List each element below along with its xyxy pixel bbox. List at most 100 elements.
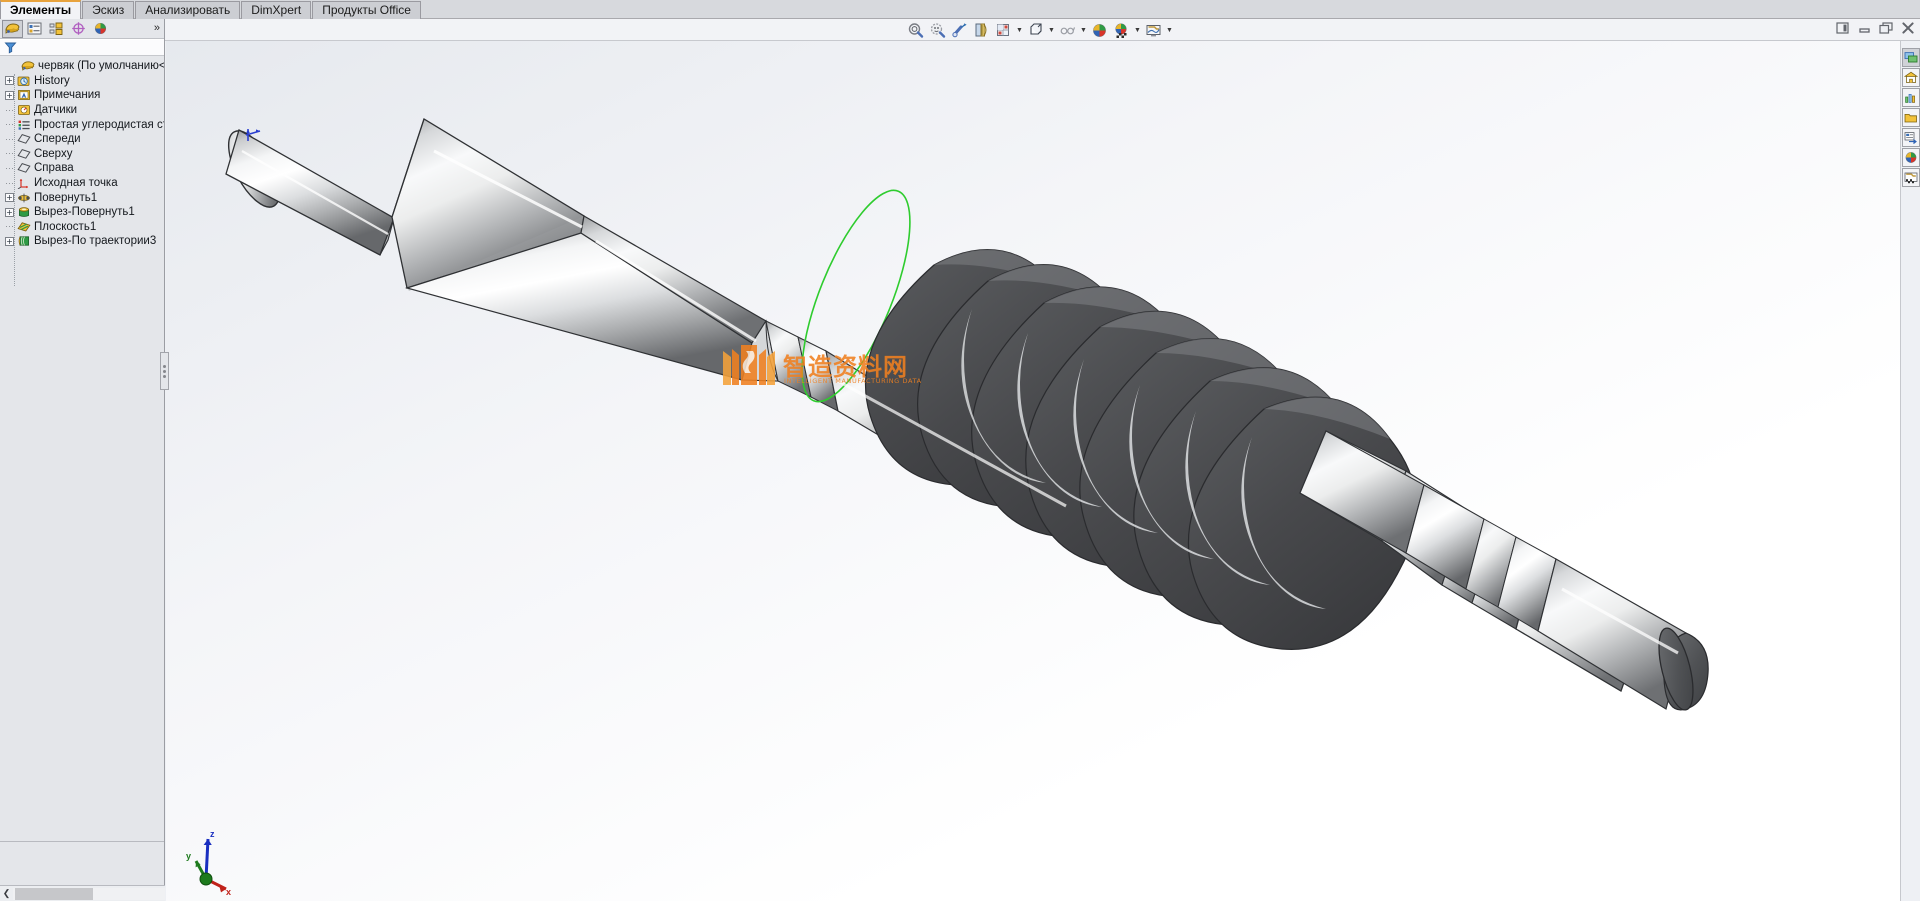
apply-scene-caret-icon[interactable]: ▼ [1133,20,1142,40]
part-icon [20,60,35,73]
tree-indent: ⋯ [5,163,14,174]
custom-properties-icon[interactable] [1902,168,1920,187]
file-explorer-icon[interactable] [1902,88,1920,107]
tree-item-label: Повернуть1 [34,192,97,204]
section-view-icon[interactable] [971,20,992,40]
previous-view-icon[interactable] [949,20,970,40]
expand-icon[interactable]: + [5,237,14,246]
tree-item-revolve-cut1[interactable]: + Вырез-Повернуть1 [0,205,164,220]
view-settings-icon[interactable] [1143,20,1164,40]
solidworks-resources-icon[interactable] [1902,48,1920,67]
tree-indent: ⋯ [5,178,14,189]
tree-item-swept-cut3[interactable]: + Вырез-По траектории3 [0,234,164,249]
swept-cut-icon [16,235,31,248]
property-manager-tab[interactable] [24,20,45,38]
tab-office-products[interactable]: Продукты Office [312,1,421,19]
feature-tree-hscrollbar[interactable]: ❮ [0,885,165,901]
view-toolbar-group: ▼ ▼ ▼ [905,20,1174,40]
tree-item-part-root[interactable]: червяк (По умолчанию<<По у [0,59,164,74]
revolve-icon [16,191,31,204]
origin-icon [16,177,31,190]
tree-item-sensors[interactable]: ⋯ Датчики [0,103,164,118]
dimxpert-manager-tab[interactable] [68,20,89,38]
display-manager-tab[interactable] [90,20,111,38]
history-icon [16,74,31,87]
tree-item-label: червяк (По умолчанию<<По у [38,60,164,72]
feature-manager-expand-button[interactable]: » [154,22,160,34]
view-settings-caret-icon[interactable]: ▼ [1165,20,1174,40]
plane-icon [16,133,31,146]
zoom-to-fit-icon[interactable] [905,20,926,40]
hide-show-items-caret-icon[interactable]: ▼ [1079,20,1088,40]
appearances-scenes-icon[interactable] [1902,148,1920,167]
triad-y-label: y [186,851,191,861]
triad-z-label: z [210,829,215,839]
tree-indent: ⋯ [5,119,14,130]
tree-item-label: Вырез-Повернуть1 [34,206,135,218]
filter-icon [4,41,17,54]
scrollbar-track[interactable] [13,888,165,900]
display-style-icon[interactable] [1025,20,1046,40]
view-palette-icon[interactable] [1902,128,1920,147]
tree-indent: ⋯ [5,221,14,232]
tree-item-label: Примечания [34,89,100,101]
apply-scene-icon[interactable] [1111,20,1132,40]
plane-ref-icon [16,220,31,233]
graphics-area[interactable]: z x y 智造资料网 INTELLIGENT MANUFACTU [166,41,1900,901]
search-icon[interactable] [1902,108,1920,127]
tree-item-label: Простая углеродистая сталь [34,119,164,131]
window-controls [1834,21,1916,35]
zoom-to-area-icon[interactable] [927,20,948,40]
tree-indent: ⋯ [5,134,14,145]
feature-manager-tabs: » [0,19,164,39]
tree-item-origin[interactable]: ⋯ Исходная точка [0,176,164,191]
expand-icon[interactable]: + [5,91,14,100]
tree-item-label: Исходная точка [34,177,118,189]
task-pane [1900,41,1920,901]
tree-item-label: Плоскость1 [34,221,96,233]
expand-icon[interactable]: + [5,208,14,217]
tree-item-history[interactable]: + History [0,74,164,89]
feature-manager-design-tree-tab[interactable] [2,20,23,38]
tree-item-revolve1[interactable]: + Повернуть1 [0,190,164,205]
restore-panel-icon[interactable] [1834,21,1850,35]
restore-window-icon[interactable] [1878,21,1894,35]
command-tabs: Элементы Эскиз Анализировать DimXpert Пр… [0,0,1920,19]
display-style-caret-icon[interactable]: ▼ [1047,20,1056,40]
tab-analyze[interactable]: Анализировать [135,1,240,19]
material-icon [16,118,31,131]
expand-icon[interactable]: + [5,193,14,202]
view-orientation-caret-icon[interactable]: ▼ [1015,20,1024,40]
tree-item-label: Сверху [34,148,72,160]
model-3d-view: z x y [166,41,1900,901]
design-library-icon[interactable] [1902,68,1920,87]
tree-item-label: Вырез-По траектории3 [34,235,156,247]
tree-item-label: Справа [34,162,74,174]
tree-item-label: Датчики [34,104,77,116]
revolve-cut-icon [16,206,31,219]
tree-item-plane-front[interactable]: ⋯ Спереди [0,132,164,147]
hide-show-items-icon[interactable] [1057,20,1078,40]
view-orientation-icon[interactable] [993,20,1014,40]
panel-splitter-handle[interactable] [160,352,169,390]
tab-sketch[interactable]: Эскиз [82,1,134,19]
tree-item-annotations[interactable]: + Примечания [0,88,164,103]
tree-item-plane-top[interactable]: ⋯ Сверху [0,147,164,162]
scroll-left-arrow-icon[interactable]: ❮ [0,887,13,901]
tab-dimxpert[interactable]: DimXpert [241,1,311,19]
tab-elements[interactable]: Элементы [0,0,81,19]
configuration-manager-tab[interactable] [46,20,67,38]
scrollbar-thumb[interactable] [15,888,93,900]
sensors-icon [16,104,31,117]
close-icon[interactable] [1900,21,1916,35]
tree-item-material[interactable]: ⋯ Простая углеродистая сталь [0,117,164,132]
expand-icon[interactable]: + [5,76,14,85]
minimize-icon[interactable] [1856,21,1872,35]
tree-item-plane-right[interactable]: ⋯ Справа [0,161,164,176]
feature-tree-filter[interactable] [0,39,164,56]
tree-item-label: History [34,75,70,87]
edit-appearance-icon[interactable] [1089,20,1110,40]
feature-tree[interactable]: червяк (По умолчанию<<По у + History + [0,56,164,842]
tree-item-plane1[interactable]: ⋯ Плоскость1 [0,220,164,235]
solidworks-window: Элементы Эскиз Анализировать DimXpert Пр… [0,0,1920,901]
